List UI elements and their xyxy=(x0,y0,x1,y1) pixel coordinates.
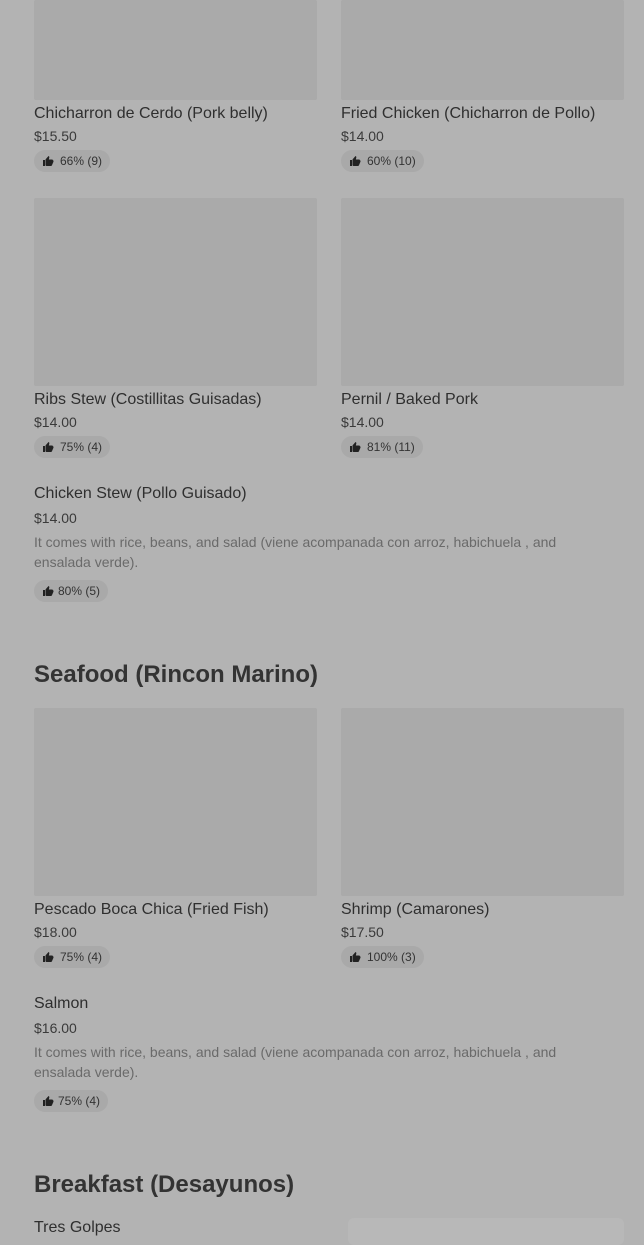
rating-text: 81% (11) xyxy=(367,440,415,454)
menu-item-price: $15.50 xyxy=(34,128,77,144)
rating-badge: 75% (4) xyxy=(34,946,111,968)
menu-item-title[interactable]: Pescado Boca Chica (Fried Fish) xyxy=(34,900,269,920)
rating-text: 75% (4) xyxy=(58,1094,101,1108)
menu-item-price: $16.00 xyxy=(34,1020,77,1036)
section-heading-seafood: Seafood (Rincon Marino) xyxy=(34,661,318,688)
rating-text: 75% (4) xyxy=(60,950,103,964)
menu-item-image[interactable] xyxy=(34,0,317,100)
thumbs-up-icon xyxy=(43,586,54,596)
rating-badge: 81% (11) xyxy=(341,436,423,458)
menu-item-price: $18.00 xyxy=(34,924,77,940)
menu-item-image[interactable] xyxy=(34,708,317,896)
menu-item-title[interactable]: Chicharron de Cerdo (Pork belly) xyxy=(34,104,268,124)
thumbs-up-icon xyxy=(350,952,361,962)
menu-item-title[interactable]: Tres Golpes xyxy=(34,1218,121,1238)
thumbs-up-icon xyxy=(43,952,54,962)
menu-item-title[interactable]: Salmon xyxy=(34,994,88,1014)
rating-text: 100% (3) xyxy=(367,950,416,964)
rating-badge: 66% (9) xyxy=(34,150,111,172)
thumbs-up-icon xyxy=(43,156,54,166)
rating-text: 80% (5) xyxy=(58,584,101,598)
rating-badge: 60% (10) xyxy=(341,150,424,172)
menu-item-title[interactable]: Chicken Stew (Pollo Guisado) xyxy=(34,484,247,504)
rating-badge: 80% (5) xyxy=(34,580,109,602)
menu-item-title[interactable]: Ribs Stew (Costillitas Guisadas) xyxy=(34,390,262,410)
rating-badge: 75% (4) xyxy=(34,436,111,458)
menu-item-price: $14.00 xyxy=(341,414,384,430)
menu-item-price: $14.00 xyxy=(34,510,77,526)
section-heading-breakfast: Breakfast (Desayunos) xyxy=(34,1171,295,1198)
rating-text: 66% (9) xyxy=(60,154,103,168)
menu-item-price: $14.00 xyxy=(341,128,384,144)
rating-badge: 100% (3) xyxy=(341,946,424,968)
menu-item-title[interactable]: Fried Chicken (Chicharron de Pollo) xyxy=(341,104,595,124)
menu-item-description: It comes with rice, beans, and salad (vi… xyxy=(34,1044,557,1080)
thumbs-up-icon xyxy=(350,442,361,452)
rating-text: 75% (4) xyxy=(60,440,103,454)
thumbs-up-icon xyxy=(43,1096,54,1106)
menu-item-price: $17.50 xyxy=(341,924,384,940)
menu-item-image[interactable] xyxy=(341,0,624,100)
menu-item-image[interactable] xyxy=(341,708,624,896)
rating-badge: 75% (4) xyxy=(34,1090,109,1112)
menu-item-image[interactable] xyxy=(348,1218,624,1245)
menu-item-image[interactable] xyxy=(34,198,317,386)
thumbs-up-icon xyxy=(43,442,54,452)
menu-item-title[interactable]: Pernil / Baked Pork xyxy=(341,390,478,410)
menu-item-image[interactable] xyxy=(341,198,624,386)
thumbs-up-icon xyxy=(350,156,361,166)
menu-item-title[interactable]: Shrimp (Camarones) xyxy=(341,900,489,920)
menu-item-description: It comes with rice, beans, and salad (vi… xyxy=(34,534,557,570)
menu-item-price: $14.00 xyxy=(34,414,77,430)
rating-text: 60% (10) xyxy=(367,154,416,168)
